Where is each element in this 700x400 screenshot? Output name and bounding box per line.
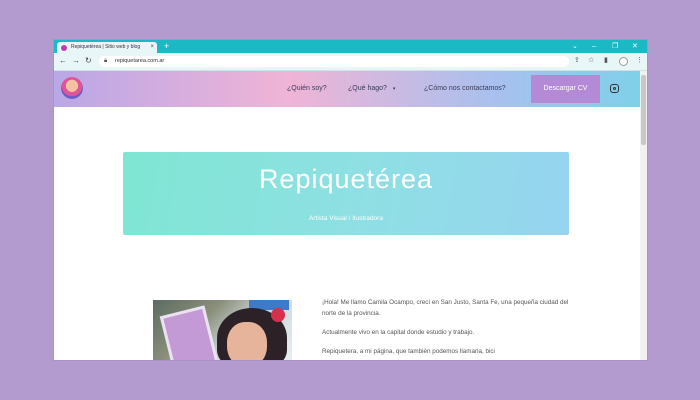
page-viewport: ¿Quién soy? ¿Qué hago? ▾ ¿Cómo nos contac… <box>54 71 647 360</box>
menu-icon[interactable]: ⋮ <box>636 56 643 66</box>
download-cv-button[interactable]: Descargar CV <box>531 75 600 103</box>
forward-arrow-icon[interactable]: → <box>72 56 80 66</box>
share-icon[interactable]: ⇪ <box>574 56 580 66</box>
tab-close-icon[interactable]: × <box>150 42 154 53</box>
profile-photo <box>153 300 292 360</box>
instagram-icon[interactable] <box>610 84 619 93</box>
close-window-button[interactable]: ✕ <box>632 41 638 52</box>
lock-icon[interactable]: 🔒︎ <box>104 56 107 67</box>
browser-window: Repiquetérea | Sitio web y blog × + ⌄ – … <box>54 40 647 360</box>
maximize-button[interactable]: ❐ <box>612 41 618 52</box>
minimize-button[interactable]: – <box>592 41 596 52</box>
new-tab-button[interactable]: + <box>164 41 169 52</box>
reload-icon[interactable]: ↻ <box>85 56 92 66</box>
nav-que-hago-label: ¿Qué hago? <box>348 85 387 92</box>
scrollbar[interactable] <box>640 71 647 360</box>
site-logo[interactable] <box>61 77 83 99</box>
bio-paragraph: Actualmente vivo en la capital donde est… <box>322 329 475 336</box>
browser-tab[interactable]: Repiquetérea | Sitio web y blog × <box>57 42 157 53</box>
hero-subtitle: Artista Visual / Ilustradora <box>309 215 383 222</box>
tab-title: Repiquetérea | Sitio web y blog <box>71 44 141 50</box>
scrollbar-thumb[interactable] <box>641 75 646 145</box>
star-icon[interactable]: ☆ <box>588 56 594 66</box>
nav-quien-soy[interactable]: ¿Quién soy? <box>287 71 327 107</box>
address-bar-row: ← → ↻ 🔒︎ repiquetarea.com.ar ⇪ ☆ ▮ ⋮ <box>54 53 647 71</box>
site-header: ¿Quién soy? ¿Qué hago? ▾ ¿Cómo nos contac… <box>54 71 640 107</box>
bio-paragraph: Repiquetera, a mi página, que también po… <box>322 348 495 355</box>
bio-paragraph: ¡Hola! Me llamo Camila Ocampo, crecí en … <box>322 299 569 317</box>
url-text: repiquetarea.com.ar <box>115 58 165 64</box>
chevron-down-icon: ▾ <box>392 86 396 92</box>
favicon-icon <box>61 45 67 51</box>
back-arrow-icon[interactable]: ← <box>59 56 67 66</box>
hero-title: Repiquetérea <box>258 164 434 194</box>
tab-search-icon[interactable]: ⌄ <box>572 41 578 52</box>
tab-strip: Repiquetérea | Sitio web y blog × + ⌄ – … <box>54 40 647 53</box>
nav-que-hago[interactable]: ¿Qué hago? ▾ <box>348 71 395 107</box>
sidebar-icon[interactable]: ▮ <box>604 56 608 66</box>
bio-text: ¡Hola! Me llamo Camila Ocampo, crecí en … <box>322 297 582 360</box>
nav-contacto[interactable]: ¿Cómo nos contactamos? <box>424 71 506 107</box>
hero-banner: Repiquetérea Artista Visual / Ilustrador… <box>123 152 569 235</box>
profile-avatar[interactable] <box>619 57 628 66</box>
url-field[interactable]: 🔒︎ repiquetarea.com.ar <box>99 56 569 67</box>
